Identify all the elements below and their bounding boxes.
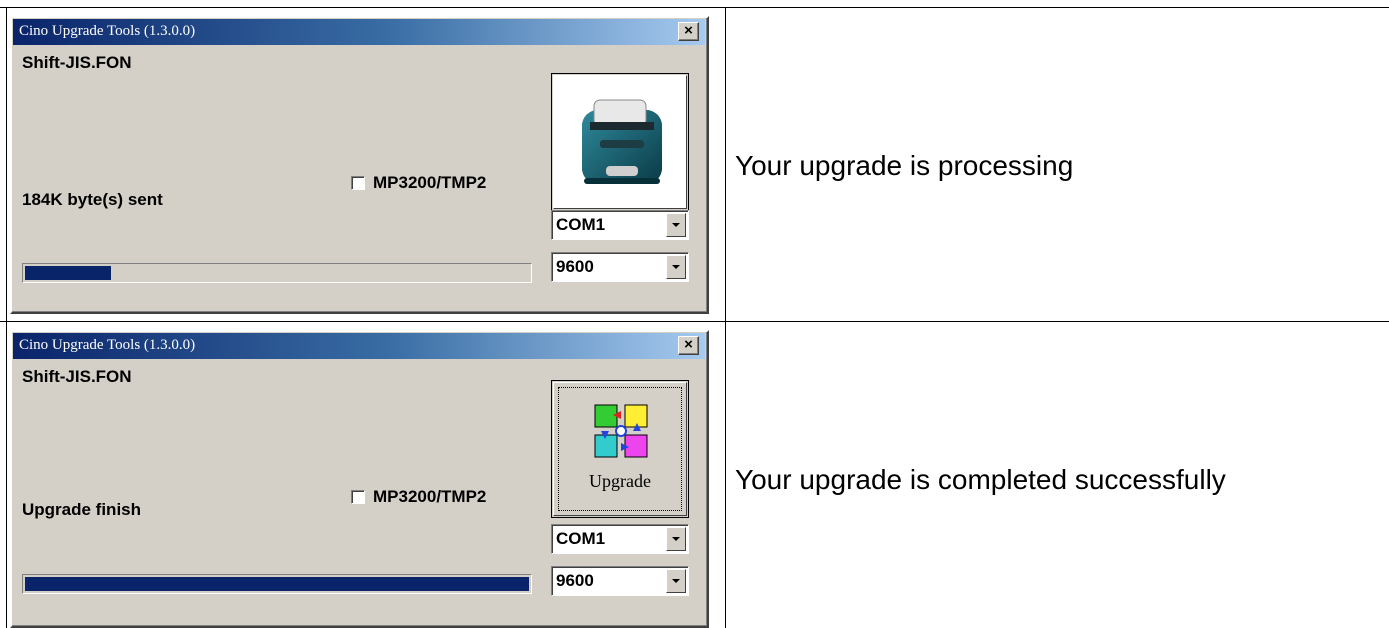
table-column-divider (725, 7, 726, 628)
model-checkbox-option[interactable]: MP3200/TMP2 (351, 173, 486, 193)
file-name-label: Shift-JIS.FON (22, 53, 132, 72)
upgrade-tool-window-complete: Cino Upgrade Tools (1.3.0.0) × Shift-JIS… (10, 330, 709, 628)
upgrade-button[interactable]: Upgrade (551, 380, 689, 518)
port-value: COM1 (556, 529, 606, 548)
file-name-label: Shift-JIS.FON (22, 367, 132, 386)
baud-select[interactable]: 9600 (551, 566, 689, 596)
model-checkbox-label: MP3200/TMP2 (373, 487, 487, 506)
chevron-down-icon[interactable] (666, 213, 686, 237)
port-value: COM1 (556, 215, 606, 234)
table-border-top (0, 7, 1389, 8)
window-title: Cino Upgrade Tools (1.3.0.0) (19, 337, 196, 353)
progress-bar (22, 263, 532, 283)
row-caption-complete: Your upgrade is completed successfully (735, 464, 1226, 495)
close-button[interactable]: × (678, 336, 699, 355)
progress-fill (25, 266, 111, 280)
status-text: Upgrade finish (22, 500, 142, 519)
progress-fill (25, 577, 529, 591)
status-text: 184K byte(s) sent (22, 190, 163, 209)
close-button[interactable]: × (678, 22, 699, 41)
baud-select[interactable]: 9600 (551, 252, 689, 282)
title-bar: Cino Upgrade Tools (1.3.0.0) × (13, 333, 705, 359)
model-checkbox-label: MP3200/TMP2 (373, 173, 487, 192)
table-border-middle (0, 321, 1389, 322)
upgrade-tool-window-processing: Cino Upgrade Tools (1.3.0.0) × Shift-JIS… (10, 16, 709, 314)
upgrade-button-label: Upgrade (589, 471, 651, 491)
upgrade-button-face (553, 75, 687, 209)
row-caption-processing: Your upgrade is processing (735, 150, 1074, 181)
window-title: Cino Upgrade Tools (1.3.0.0) (19, 23, 196, 39)
baud-value: 9600 (556, 571, 594, 590)
model-checkbox[interactable] (351, 176, 365, 190)
model-checkbox[interactable] (351, 490, 365, 504)
title-bar: Cino Upgrade Tools (1.3.0.0) × (13, 19, 705, 45)
upgrade-icon (594, 404, 648, 458)
port-select[interactable]: COM1 (551, 210, 689, 240)
table-border-left (6, 7, 7, 628)
upgrade-button[interactable] (551, 73, 689, 211)
upgrade-button-face: Upgrade (553, 382, 687, 516)
progress-bar (22, 574, 532, 594)
chevron-down-icon[interactable] (666, 569, 686, 593)
chevron-down-icon[interactable] (666, 527, 686, 551)
model-checkbox-option[interactable]: MP3200/TMP2 (351, 487, 486, 507)
printer-icon (582, 99, 662, 184)
port-select[interactable]: COM1 (551, 524, 689, 554)
baud-value: 9600 (556, 257, 594, 276)
chevron-down-icon[interactable] (666, 255, 686, 279)
